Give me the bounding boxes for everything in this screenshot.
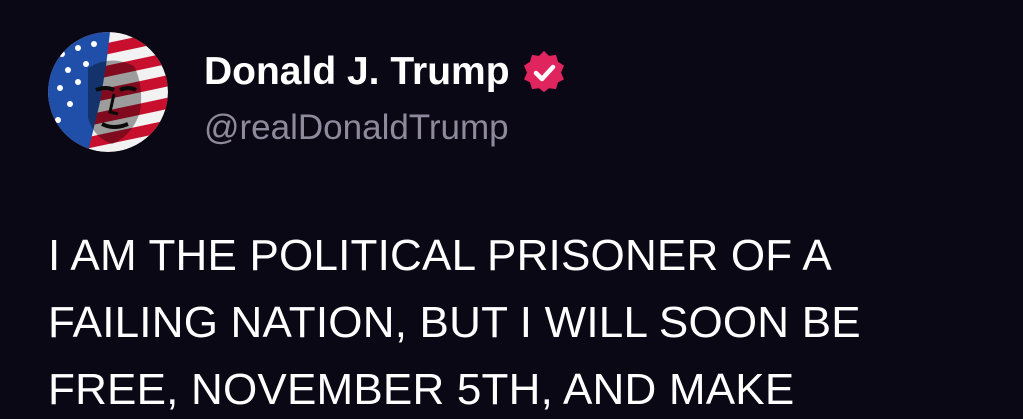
post-text-line: I AM THE POLITICAL PRISONER OF A <box>48 231 832 280</box>
author-name-row: Donald J. Trump <box>204 44 566 100</box>
portrait-flag-avatar-icon <box>48 32 168 152</box>
author-handle[interactable]: @realDonaldTrump <box>204 108 509 148</box>
post-text-line: FREE, NOVEMBER 5TH, AND MAKE <box>48 365 795 414</box>
post-text: I AM THE POLITICAL PRISONER OF A FAILING… <box>48 222 1008 419</box>
verified-badge-icon <box>522 50 566 94</box>
post-text-line: FAILING NATION, BUT I WILL SOON BE <box>48 298 861 347</box>
post-card: Donald J. Trump @realDonaldTrump I AM TH… <box>0 0 1023 419</box>
display-name[interactable]: Donald J. Trump <box>204 50 510 94</box>
avatar[interactable] <box>48 32 168 152</box>
